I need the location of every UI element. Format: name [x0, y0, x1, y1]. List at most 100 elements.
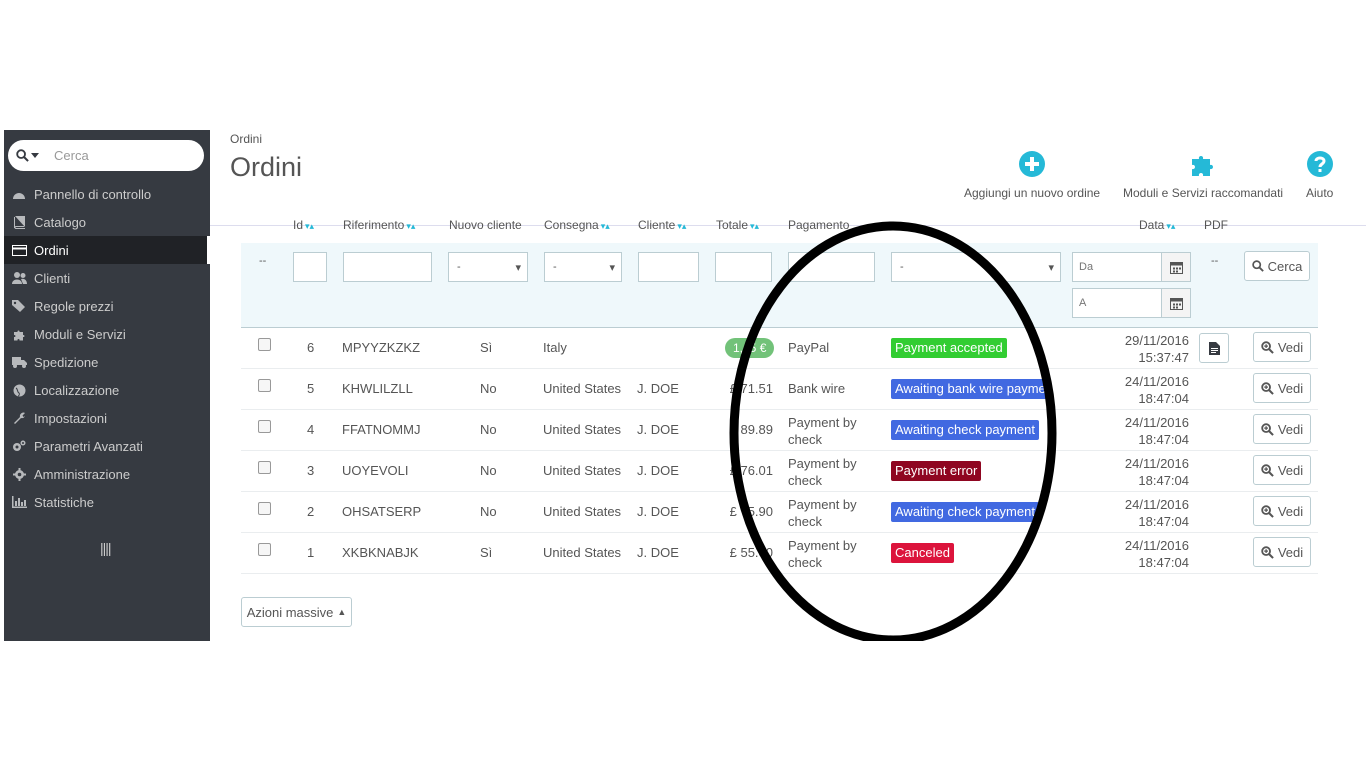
calendar-icon[interactable] — [1161, 252, 1191, 282]
filter-delivery-select[interactable]: - ▾ — [544, 252, 622, 282]
order-new-client: No — [480, 463, 497, 478]
globe-icon — [4, 384, 34, 397]
filter-id-input[interactable] — [293, 252, 327, 282]
view-order-button[interactable]: Vedi — [1253, 332, 1311, 362]
order-customer: J. DOE — [637, 545, 679, 560]
sidebar-item-parametri-avanzati[interactable]: Parametri Avanzati — [4, 432, 210, 460]
order-id: 3 — [307, 463, 315, 478]
view-order-button[interactable]: Vedi — [1253, 496, 1311, 526]
plus-circle-icon — [1019, 150, 1046, 178]
status-badge[interactable]: Canceled — [891, 543, 954, 563]
view-order-button[interactable]: Vedi — [1253, 537, 1311, 567]
filter-customer-input[interactable] — [638, 252, 699, 282]
file-text-icon — [1208, 341, 1220, 355]
status-badge[interactable]: Awaiting check payment — [891, 420, 1039, 440]
order-total: 1,45 € — [725, 338, 775, 358]
calendar-icon[interactable] — [1161, 288, 1191, 318]
table-row[interactable]: 1 XKBKNABJK Sì United States J. DOE £ 55.00 Pa… — [241, 533, 1318, 574]
row-checkbox[interactable] — [258, 420, 271, 433]
view-order-button[interactable]: Vedi — [1253, 455, 1311, 485]
bulk-actions-button[interactable]: Azioni massive ▲ — [241, 597, 352, 627]
status-badge[interactable]: Payment accepted — [891, 338, 1007, 358]
sidebar-item-localizzazione[interactable]: Localizzazione — [4, 376, 210, 404]
sidebar-item-catalogo[interactable]: Catalogo — [4, 208, 210, 236]
order-delivery: United States — [543, 504, 622, 519]
add-order-label: Aggiungi un nuovo ordine — [964, 186, 1101, 200]
filter-date-to[interactable] — [1072, 288, 1163, 318]
tags-icon — [4, 300, 34, 312]
order-total: £ 89.89 — [729, 422, 773, 437]
filter-search-button[interactable]: Cerca — [1244, 251, 1310, 281]
order-delivery: United States — [543, 545, 622, 560]
sidebar-item-clienti[interactable]: Clienti — [4, 264, 210, 292]
zoom-in-icon — [1261, 340, 1274, 354]
search-icon[interactable] — [8, 149, 46, 162]
sidebar-item-regole-prezzi[interactable]: Regole prezzi — [4, 292, 210, 320]
order-id: 1 — [307, 545, 315, 560]
sidebar-item-label: Spedizione — [34, 354, 99, 370]
caret-down-icon: ▾ — [609, 261, 615, 274]
view-order-button[interactable]: Vedi — [1253, 373, 1311, 403]
sidebar-nav: Pannello di controllo Catalogo Ordini Clien… — [4, 180, 210, 516]
sidebar-item-label: Moduli e Servizi — [34, 326, 126, 342]
order-date: 24/11/2016 18:47:04 — [1124, 497, 1189, 529]
sidebar-item-amministrazione[interactable]: Amministrazione — [4, 460, 210, 488]
collapse-menu-icon[interactable]: |||| — [100, 540, 112, 556]
status-badge[interactable]: Awaiting bank wire payment — [891, 379, 1049, 399]
sidebar-item-pannello-di-controllo[interactable]: Pannello di controllo — [4, 180, 210, 208]
row-checkbox[interactable] — [258, 543, 271, 556]
row-checkbox[interactable] — [258, 338, 271, 351]
pdf-invoice-button[interactable] — [1199, 333, 1229, 363]
gear-icon — [4, 467, 34, 481]
status-badge[interactable]: Awaiting check payment — [891, 502, 1039, 522]
sidebar-item-statistiche[interactable]: Statistiche — [4, 488, 210, 516]
col-delivery[interactable]: Consegna ▾▴ — [544, 218, 610, 232]
order-payment: PayPal — [788, 340, 830, 355]
filter-new-client-select[interactable]: - ▾ — [448, 252, 528, 282]
col-id[interactable]: Id ▾▴ — [293, 218, 314, 232]
modules-button[interactable]: Moduli e Servizi raccomandati — [1123, 150, 1283, 200]
sort-icon: ▾▴ — [406, 221, 416, 231]
table-row[interactable]: 5 KHWLILZLL No United States J. DOE £ 71.51 Ba… — [241, 369, 1318, 410]
sidebar-item-moduli-e-servizi[interactable]: Moduli e Servizi — [4, 320, 210, 348]
search-box[interactable] — [8, 140, 204, 171]
puzzle-icon — [1190, 150, 1216, 178]
sidebar-item-impostazioni[interactable]: Impostazioni — [4, 404, 210, 432]
search-input[interactable] — [54, 148, 194, 163]
status-badge[interactable]: Payment error — [891, 461, 982, 481]
table-row[interactable]: 3 UOYEVOLI No United States J. DOE £ 76.01 Pay… — [241, 451, 1318, 492]
view-order-button[interactable]: Vedi — [1253, 414, 1311, 444]
users-icon — [4, 272, 34, 284]
filter-status-select[interactable]: - ▾ — [891, 252, 1061, 282]
table-row[interactable]: 2 OHSATSERP No United States J. DOE £ 75.90 Pa… — [241, 492, 1318, 533]
dashboard-icon — [4, 188, 34, 200]
help-button[interactable]: Aiuto — [1306, 150, 1333, 200]
breadcrumb[interactable]: Ordini — [230, 132, 262, 146]
page-title: Ordini — [230, 152, 303, 182]
filter-date-from[interactable] — [1072, 252, 1163, 282]
sidebar-item-ordini[interactable]: Ordini — [4, 236, 210, 264]
filter-payment-input[interactable] — [788, 252, 875, 282]
row-checkbox[interactable] — [258, 379, 271, 392]
order-reference: XKBKNABJK — [342, 545, 419, 560]
row-checkbox[interactable] — [258, 461, 271, 474]
sidebar-item-label: Regole prezzi — [34, 298, 114, 314]
order-id: 5 — [307, 381, 315, 396]
sidebar-item-spedizione[interactable]: Spedizione — [4, 348, 210, 376]
col-date[interactable]: Data ▾▴ — [1139, 218, 1175, 232]
table-row[interactable]: 6 MPYYZKZKZ Sì Italy 1,45 € PayPal Payment acc… — [241, 328, 1318, 369]
filter-total-input[interactable] — [715, 252, 772, 282]
order-delivery: Italy — [543, 340, 567, 355]
col-reference[interactable]: Riferimento ▾▴ — [343, 218, 415, 232]
add-order-button[interactable]: Aggiungi un nuovo ordine — [964, 150, 1100, 200]
filter-reference-input[interactable] — [343, 252, 432, 282]
order-reference: KHWLILZLL — [342, 381, 413, 396]
order-delivery: United States — [543, 422, 622, 437]
order-date: 24/11/2016 18:47:04 — [1124, 374, 1189, 406]
col-pdf: PDF — [1204, 218, 1228, 232]
col-total[interactable]: Totale ▾▴ — [716, 218, 759, 232]
table-row[interactable]: 4 FFATNOMMJ No United States J. DOE £ 89.89 Pa… — [241, 410, 1318, 451]
col-customer[interactable]: Cliente ▾▴ — [638, 218, 686, 232]
row-checkbox[interactable] — [258, 502, 271, 515]
order-total: £ 55.00 — [729, 545, 773, 560]
